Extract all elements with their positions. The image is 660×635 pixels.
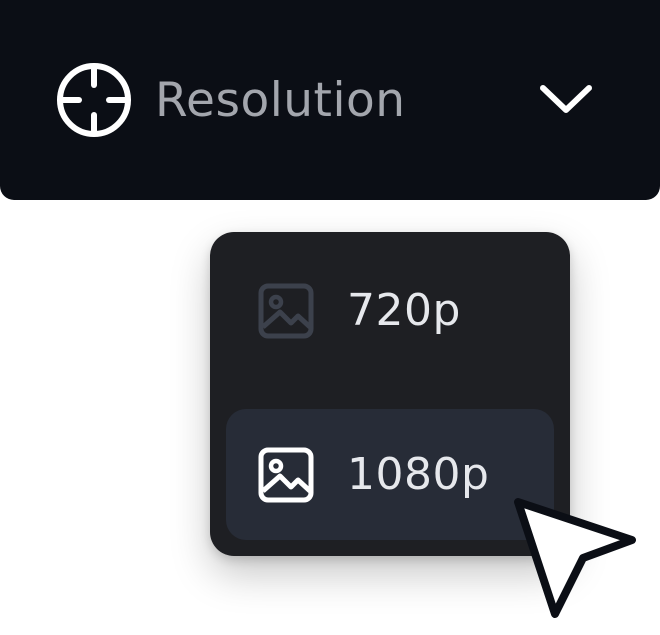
chevron-down-icon[interactable] [538,82,594,116]
menu-item-1080p[interactable]: 1080p [226,409,554,540]
resolution-select[interactable]: Resolution [0,0,660,200]
menu-item-720p[interactable]: 720p [226,246,554,376]
crosshair-icon [57,63,131,137]
resolution-dropdown-widget: Resolution 720p 1080p [0,0,660,635]
menu-item-label: 1080p [347,448,490,500]
mouse-pointer-icon [514,498,636,618]
image-icon [258,283,314,339]
image-icon [258,447,314,502]
select-label: Resolution [155,72,406,128]
menu-item-label: 720p [347,285,461,336]
